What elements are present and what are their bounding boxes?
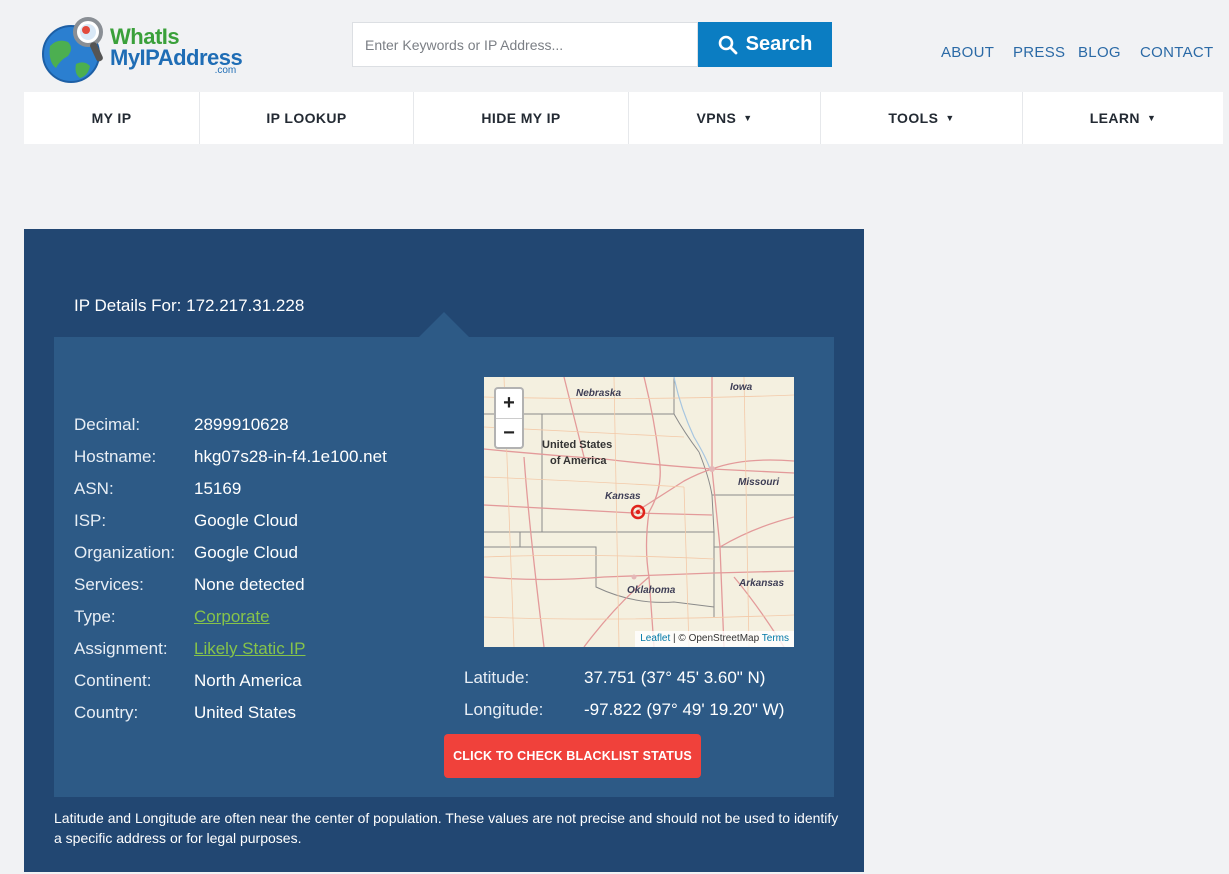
detail-value: 15169: [194, 479, 242, 498]
detail-row-hostname: Hostname: hkg07s28-in-f4.1e100.net: [74, 447, 474, 471]
detail-row-services: Services: None detected: [74, 575, 474, 599]
detail-label: Type:: [74, 607, 116, 626]
map-label-missouri: Missouri: [738, 477, 780, 488]
map-zoom-control: + −: [494, 387, 524, 449]
map-label-nebraska: Nebraska: [576, 388, 622, 399]
caret-down-icon: ▼: [1146, 113, 1157, 123]
detail-label: Assignment:: [74, 639, 168, 658]
contact-link[interactable]: CONTACT: [1140, 44, 1213, 61]
nav-label: IP LOOKUP: [266, 110, 347, 126]
detail-label: Continent:: [74, 671, 152, 690]
detail-label: Hostname:: [74, 447, 157, 466]
press-link[interactable]: PRESS: [1013, 44, 1065, 61]
attribution-text: | © OpenStreetMap: [670, 633, 762, 644]
nav-ip-lookup[interactable]: IP LOOKUP: [200, 92, 414, 144]
leaflet-link[interactable]: Leaflet: [640, 633, 670, 644]
globe-magnifier-icon: [42, 17, 103, 83]
ip-details-panel: IP Details For: 172.217.31.228 Decimal: …: [24, 229, 864, 872]
latitude-row: Latitude: 37.751 (37° 45' 3.60" N): [464, 668, 824, 692]
detail-label: Decimal:: [74, 415, 141, 434]
main-nav: MY IP IP LOOKUP HIDE MY IP VPNS ▼ TOOLS …: [24, 92, 1223, 144]
panel-title: IP Details For: 172.217.31.228: [74, 296, 305, 315]
map-label-oklahoma: Oklahoma: [627, 585, 676, 596]
detail-value: hkg07s28-in-f4.1e100.net: [194, 447, 387, 466]
search-input[interactable]: [352, 22, 698, 67]
search-button[interactable]: Search: [698, 22, 832, 67]
map-label-country-line1: United States: [542, 439, 613, 451]
detail-value: None detected: [194, 575, 305, 594]
nav-label: VPNS: [696, 110, 737, 126]
nav-label: LEARN: [1089, 110, 1140, 126]
longitude-value: -97.822 (97° 49' 19.20" W): [584, 700, 785, 719]
logo-text-domain: .com: [214, 65, 237, 76]
nav-label: TOOLS: [888, 110, 939, 126]
latitude-label: Latitude:: [464, 668, 530, 687]
caret-down-icon: ▼: [743, 113, 753, 123]
detail-value: United States: [194, 703, 297, 722]
detail-row-asn: ASN: 15169: [74, 479, 474, 503]
longitude-label: Longitude:: [464, 700, 544, 719]
detail-value: 2899910628: [194, 415, 289, 434]
city-dot: [709, 466, 715, 472]
detail-label: ASN:: [74, 479, 114, 498]
logo-text-line1: WhatIs: [110, 24, 180, 49]
detail-value: Google Cloud: [194, 511, 298, 530]
detail-label: Services:: [74, 575, 144, 594]
detail-row-isp: ISP: Google Cloud: [74, 511, 474, 535]
about-link[interactable]: ABOUT: [941, 44, 994, 61]
search-icon: [718, 35, 738, 54]
nav-my-ip[interactable]: MY IP: [24, 92, 200, 144]
location-disclaimer: Latitude and Longitude are often near th…: [54, 810, 839, 846]
panel-notch: [418, 312, 470, 338]
terms-link[interactable]: Terms: [762, 633, 789, 644]
map-label-country-line2: of America: [550, 455, 607, 467]
detail-value: Google Cloud: [194, 543, 298, 562]
detail-label: ISP:: [74, 511, 107, 530]
search-button-label: Search: [745, 33, 813, 55]
nav-label: MY IP: [91, 110, 132, 126]
map-tiles: [484, 377, 794, 647]
caret-down-icon: ▼: [945, 113, 955, 123]
zoom-in-button[interactable]: +: [496, 389, 522, 419]
location-map[interactable]: Nebraska Iowa United States of America K…: [484, 377, 794, 647]
map-label-iowa: Iowa: [730, 382, 753, 393]
blog-link[interactable]: BLOG: [1078, 44, 1121, 61]
map-attribution: Leaflet | © OpenStreetMap Terms: [635, 631, 794, 647]
detail-row-continent: Continent: North America: [74, 671, 474, 695]
nav-vpns[interactable]: VPNS ▼: [629, 92, 821, 144]
detail-label: Organization:: [74, 543, 176, 562]
nav-hide-my-ip[interactable]: HIDE MY IP: [414, 92, 629, 144]
ip-details-card: Decimal: 2899910628 Hostname: hkg07s28-i…: [54, 337, 834, 797]
city-dot: [631, 574, 637, 580]
detail-row-organization: Organization: Google Cloud: [74, 543, 474, 567]
detail-row-assignment: Assignment: Likely Static IP: [74, 639, 474, 663]
detail-row-decimal: Decimal: 2899910628: [74, 415, 474, 439]
map-label-kansas: Kansas: [605, 491, 641, 502]
latitude-value: 37.751 (37° 45' 3.60" N): [584, 668, 766, 687]
top-links: ABOUT PRESS BLOG CONTACT: [829, 44, 1229, 64]
map-label-arkansas: Arkansas: [739, 578, 785, 589]
nav-tools[interactable]: TOOLS ▼: [821, 92, 1023, 144]
check-blacklist-button[interactable]: CLICK TO CHECK BLACKLIST STATUS: [444, 734, 701, 778]
detail-row-country: Country: United States: [74, 703, 474, 727]
detail-label: Country:: [74, 703, 139, 722]
type-link[interactable]: Corporate: [194, 607, 270, 627]
nav-learn[interactable]: LEARN ▼: [1023, 92, 1223, 144]
detail-value: North America: [194, 671, 302, 690]
detail-row-type: Type: Corporate: [74, 607, 474, 631]
longitude-row: Longitude: -97.822 (97° 49' 19.20" W): [464, 700, 824, 724]
assignment-link[interactable]: Likely Static IP: [194, 639, 306, 659]
nav-label: HIDE MY IP: [481, 110, 561, 126]
zoom-out-button[interactable]: −: [496, 419, 522, 448]
site-logo[interactable]: WhatIs MyIPAddress .com: [38, 14, 250, 88]
